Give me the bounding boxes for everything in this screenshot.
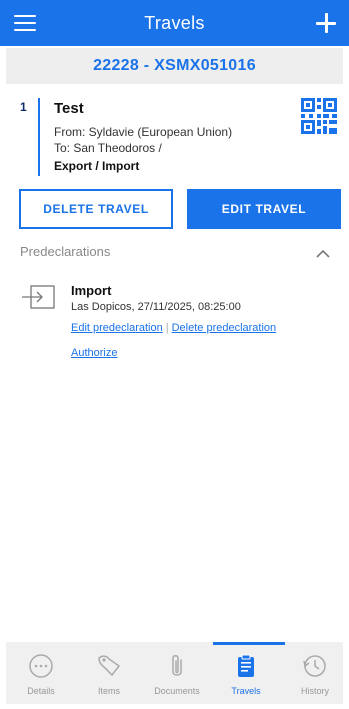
travel-kind: Export / Import xyxy=(54,159,140,173)
nav-label-documents: Documents xyxy=(154,686,200,696)
plus-icon[interactable] xyxy=(313,10,339,36)
edit-predeclaration-link[interactable]: Edit predeclaration xyxy=(71,322,163,334)
page-title: Travels xyxy=(144,12,205,33)
predeclarations-title: Predeclarations xyxy=(20,244,111,259)
delete-travel-button[interactable]: DELETE TRAVEL xyxy=(19,189,173,229)
active-tab-indicator xyxy=(213,642,285,645)
travel-number: 1 xyxy=(20,100,27,114)
nav-label-history: History xyxy=(300,686,329,696)
travel-accent-line xyxy=(38,98,40,176)
clipboard-icon xyxy=(238,654,254,677)
top-app-bar: Travels xyxy=(0,0,349,46)
nav-item-documents[interactable]: Documents xyxy=(144,648,210,702)
predeclaration-item: Import Las Dopicos, 27/11/2025, 08:25:00… xyxy=(20,282,332,362)
travel-id: 22228 - XSMX051016 xyxy=(93,57,256,74)
travel-card: 1 Test From: Syldavie (European Union) T… xyxy=(0,96,349,176)
travel-id-bar: 22228 - XSMX051016 xyxy=(6,48,343,84)
nav-item-history[interactable]: History xyxy=(282,648,348,702)
delete-predeclaration-link[interactable]: Delete predeclaration xyxy=(172,322,277,334)
authorize-link[interactable]: Authorize xyxy=(71,347,117,359)
predeclaration-title: Import xyxy=(71,283,112,298)
nav-item-items[interactable]: Items xyxy=(76,648,142,702)
link-separator: | xyxy=(165,322,169,334)
items-icon xyxy=(98,655,121,677)
qr-code-icon[interactable] xyxy=(301,98,337,134)
details-icon xyxy=(29,654,53,678)
nav-item-details[interactable]: Details xyxy=(8,648,74,702)
nav-label-items: Items xyxy=(97,686,120,696)
chevron-up-icon[interactable] xyxy=(316,247,330,261)
predeclaration-links: Edit predeclaration | Delete predeclaratio… xyxy=(71,322,276,334)
import-icon xyxy=(22,285,55,309)
edit-travel-button[interactable]: EDIT TRAVEL xyxy=(187,189,341,229)
history-icon xyxy=(303,655,326,677)
hamburger-icon[interactable] xyxy=(14,15,36,31)
predeclaration-subtitle: Las Dopicos, 27/11/2025, 08:25:00 xyxy=(71,301,241,313)
travel-to: To: San Theodoros / xyxy=(54,141,162,155)
bottom-navigation: Details Items Documents Travels History xyxy=(6,642,343,704)
nav-item-travels[interactable]: Travels xyxy=(213,648,279,702)
nav-label-travels: Travels xyxy=(231,686,261,696)
travel-from: From: Syldavie (European Union) xyxy=(54,125,233,139)
predeclarations-header: Predeclarations xyxy=(20,244,332,264)
travel-name: Test xyxy=(54,100,84,117)
paperclip-icon xyxy=(172,655,182,676)
nav-label-details: Details xyxy=(27,686,55,696)
